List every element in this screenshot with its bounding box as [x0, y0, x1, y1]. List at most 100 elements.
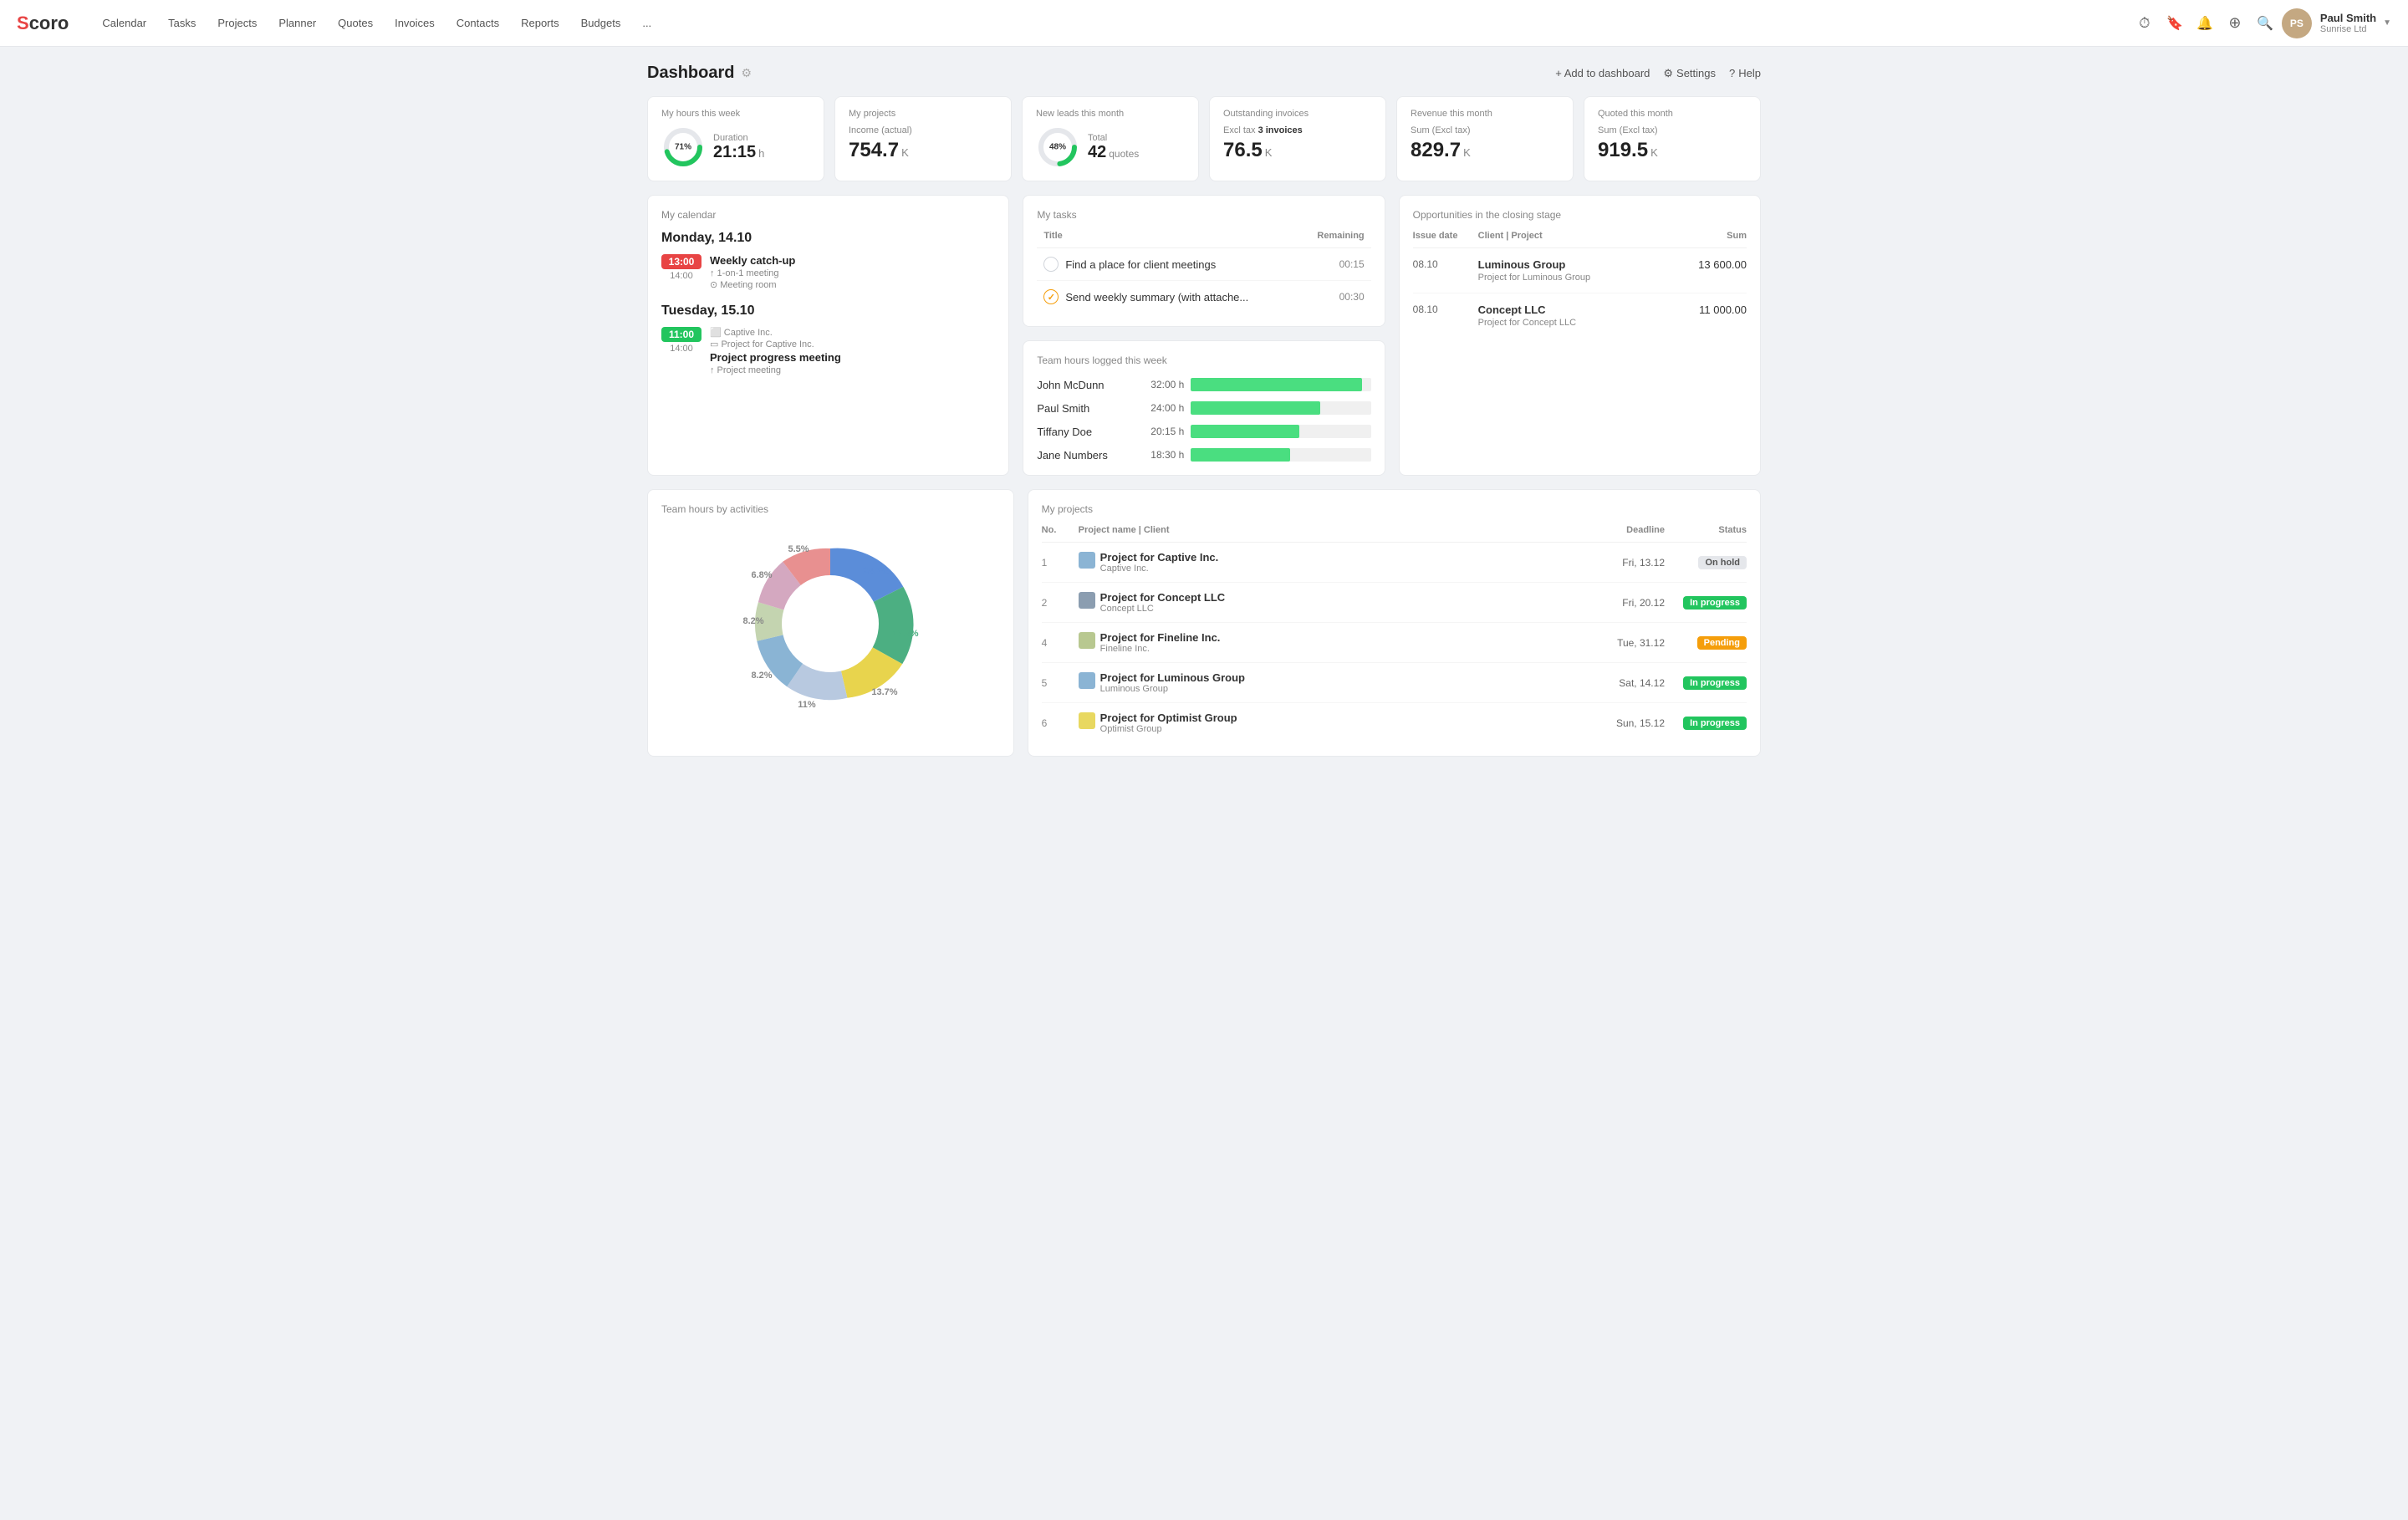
project-row-1[interactable]: 2 Project for Concept LLC Concept LLC Fr…	[1042, 583, 1747, 623]
stat-label: Revenue this month	[1411, 109, 1559, 119]
project-row-4[interactable]: 6 Project for Optimist Group Optimist Gr…	[1042, 703, 1747, 742]
user-chevron-icon[interactable]: ▼	[2383, 18, 2391, 28]
nav-invoices[interactable]: Invoices	[385, 12, 445, 34]
event-company: ⬜ Captive Inc.	[710, 327, 841, 338]
user-company: Sunrise Ltd	[2320, 24, 2376, 34]
stat-label: Outstanding invoices	[1223, 109, 1372, 119]
stat-unit: K	[1650, 146, 1658, 159]
cal-event-1[interactable]: 11:00 14:00 ⬜ Captive Inc. ▭ Project for…	[661, 327, 995, 375]
proj-deadline-1: Fri, 20.12	[1581, 597, 1665, 609]
event-title-2: Project progress meeting	[710, 351, 841, 364]
calendar-card: My calendar Monday, 14.10 13:00 14:00 We…	[647, 195, 1009, 476]
nav-tasks[interactable]: Tasks	[158, 12, 206, 34]
search-icon-btn[interactable]: 🔍	[2252, 10, 2278, 37]
team-hours-title: Team hours logged this week	[1037, 354, 1370, 366]
team-hours-card: Team hours logged this week John McDunn …	[1023, 340, 1385, 476]
opp-client-0: Luminous Group	[1478, 258, 1665, 271]
proj-client-1: Concept LLC	[1100, 604, 1226, 614]
event-end-time: 14:00	[670, 271, 693, 281]
member-hours-2: 20:15 h	[1135, 426, 1184, 437]
nav-contacts[interactable]: Contacts	[446, 12, 509, 34]
nav-projects[interactable]: Projects	[207, 12, 267, 34]
add-icon-btn[interactable]: ⊕	[2222, 10, 2248, 37]
svg-text:8.2%: 8.2%	[752, 671, 773, 681]
logo[interactable]: S coro	[17, 13, 69, 34]
proj-no-0: 1	[1042, 557, 1072, 569]
task-row-1[interactable]: ✓ Send weekly summary (with attache... 0…	[1037, 281, 1370, 313]
member-name-0: John McDunn	[1037, 379, 1129, 391]
opp-col-sum: Sum	[1671, 231, 1747, 241]
svg-text:5.5%: 5.5%	[788, 544, 809, 554]
task-time-0: 00:15	[1339, 258, 1365, 270]
cal-event-0[interactable]: 13:00 14:00 Weekly catch-up ↑ 1-on-1 mee…	[661, 254, 995, 290]
pie-chart-card: Team hours by activities 24.7% 1	[647, 489, 1014, 757]
avatar[interactable]: PS	[2282, 8, 2312, 38]
event-type-2: ↑ Project meeting	[710, 365, 841, 375]
user-info[interactable]: Paul Smith Sunrise Ltd	[2320, 12, 2376, 34]
topnav: S coro Calendar Tasks Projects Planner Q…	[0, 0, 2408, 47]
stat-unit: h	[758, 147, 764, 160]
stat-sub: Sum (Excl tax)	[1411, 125, 1559, 135]
notification-icon-btn[interactable]: 🔔	[2191, 10, 2218, 37]
proj-icon-2	[1079, 632, 1095, 649]
dashboard-header: Dashboard ⚙ + Add to dashboard ⚙ Setting…	[647, 64, 1761, 83]
proj-no-1: 2	[1042, 597, 1072, 609]
stat-label: Quoted this month	[1598, 109, 1747, 119]
nav-budgets[interactable]: Budgets	[571, 12, 631, 34]
opp-row-1[interactable]: 08.10 Concept LLC Project for Concept LL…	[1413, 293, 1747, 338]
proj-no-4: 6	[1042, 717, 1072, 729]
settings-btn[interactable]: ⚙ Settings	[1663, 67, 1716, 80]
task-row-0[interactable]: Find a place for client meetings 00:15	[1037, 248, 1370, 281]
proj-name-4: Project for Optimist Group	[1100, 712, 1237, 724]
task-check-1[interactable]: ✓	[1043, 289, 1059, 304]
cal-day-monday: Monday, 14.10 13:00 14:00 Weekly catch-u…	[661, 231, 995, 290]
stat-label: My hours this week	[661, 109, 810, 119]
pie-chart-svg: 24.7% 16.4% 13.7% 11% 8.2%	[738, 532, 922, 716]
proj-status-3: In progress	[1683, 676, 1747, 690]
nav-calendar[interactable]: Calendar	[92, 12, 156, 34]
stat-card-revenue: Revenue this month Sum (Excl tax) 829.7 …	[1396, 96, 1574, 181]
project-row-0[interactable]: 1 Project for Captive Inc. Captive Inc. …	[1042, 543, 1747, 583]
pie-title: Team hours by activities	[661, 503, 1000, 515]
nav-quotes[interactable]: Quotes	[328, 12, 383, 34]
main-content: My calendar Monday, 14.10 13:00 14:00 We…	[647, 195, 1761, 476]
stat-unit: quotes	[1109, 148, 1139, 160]
opportunities-title: Opportunities in the closing stage	[1413, 209, 1747, 221]
task-title-1: Send weekly summary (with attache...	[1065, 291, 1248, 303]
page: Dashboard ⚙ + Add to dashboard ⚙ Setting…	[627, 47, 1781, 773]
timer-icon-btn[interactable]: ⏱	[2131, 10, 2158, 37]
member-bar-0	[1191, 378, 1370, 391]
add-to-dashboard-btn[interactable]: + Add to dashboard	[1555, 67, 1650, 79]
stat-card-invoices: Outstanding invoices Excl tax 3 invoices…	[1209, 96, 1386, 181]
event-time-badge-2: 11:00	[661, 327, 701, 342]
opp-sum-0: 13 600.00	[1671, 258, 1747, 283]
team-member-2: Tiffany Doe 20:15 h	[1037, 425, 1370, 438]
event-time-badge: 13:00	[661, 254, 701, 269]
proj-icon-1	[1079, 592, 1095, 609]
stat-unit: K	[901, 146, 909, 159]
nav-more[interactable]: ...	[632, 12, 661, 34]
user-name: Paul Smith	[2320, 12, 2376, 24]
event-end-time-2: 14:00	[670, 344, 693, 354]
help-btn[interactable]: ? Help	[1729, 67, 1761, 79]
stat-label: New leads this month	[1036, 109, 1185, 119]
bookmark-icon-btn[interactable]: 🔖	[2161, 10, 2188, 37]
opportunities-card: Opportunities in the closing stage Issue…	[1399, 195, 1761, 476]
opp-row-0[interactable]: 08.10 Luminous Group Project for Luminou…	[1413, 248, 1747, 293]
project-row-3[interactable]: 5 Project for Luminous Group Luminous Gr…	[1042, 663, 1747, 703]
team-member-1: Paul Smith 24:00 h	[1037, 401, 1370, 415]
stat-value: 42	[1088, 143, 1106, 162]
proj-status-1: In progress	[1683, 596, 1747, 610]
filter-icon[interactable]: ⚙	[741, 66, 752, 80]
nav-reports[interactable]: Reports	[511, 12, 569, 34]
svg-text:16.4%: 16.4%	[893, 629, 919, 639]
stat-sub: Income (actual)	[849, 125, 997, 135]
opp-client-1: Concept LLC	[1478, 303, 1665, 316]
team-member-0: John McDunn 32:00 h	[1037, 378, 1370, 391]
member-name-3: Jane Numbers	[1037, 449, 1129, 462]
nav-planner[interactable]: Planner	[268, 12, 326, 34]
proj-status-4: In progress	[1683, 717, 1747, 730]
project-row-2[interactable]: 4 Project for Fineline Inc. Fineline Inc…	[1042, 623, 1747, 663]
task-check-0[interactable]	[1043, 257, 1059, 272]
stat-sub: Duration	[713, 133, 764, 143]
